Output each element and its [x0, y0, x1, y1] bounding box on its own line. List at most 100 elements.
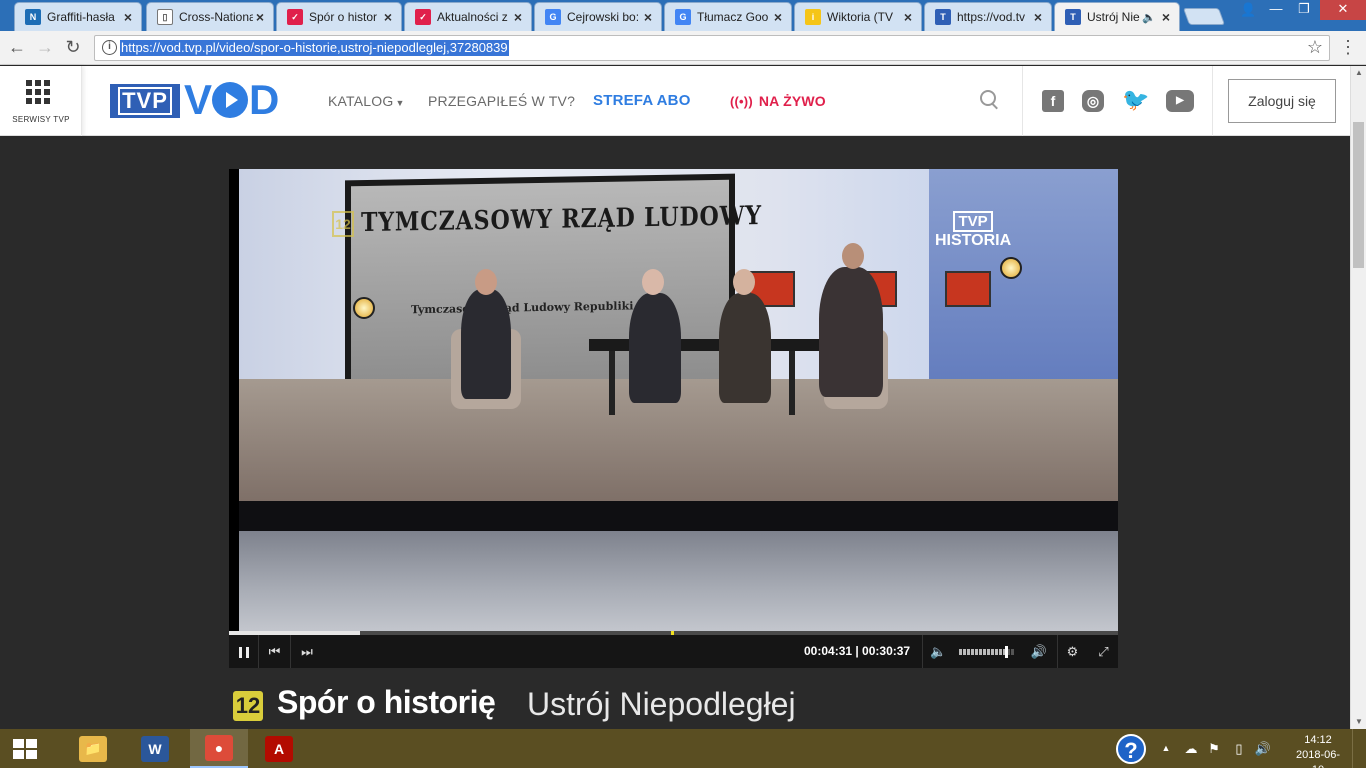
video-frame[interactable]: TYMCZASOWY RZĄD LUDOWY Tymczasowy Rząd L…: [239, 169, 1118, 631]
scroll-thumb[interactable]: [1353, 122, 1364, 268]
browser-tab-strip: N Graffiti-hasła × ▯ Cross-National × ✓ Spór o …: [0, 0, 1366, 31]
start-button[interactable]: [0, 729, 50, 768]
windows-logo-icon: [13, 739, 37, 759]
tab-close-icon[interactable]: ×: [1031, 9, 1045, 25]
skip-back-icon: ⏮: [268, 644, 281, 659]
youtube-icon[interactable]: ▶: [1166, 90, 1194, 112]
action-flag-icon[interactable]: ⚑: [1204, 729, 1224, 768]
acrobat-icon: A: [265, 735, 293, 762]
age-rating-watermark: 12: [332, 211, 354, 237]
tab-close-icon[interactable]: ×: [253, 9, 267, 25]
tab-1[interactable]: ▯ Cross-National ×: [146, 2, 274, 31]
episode-title: Ustrój Niepodległej: [527, 686, 796, 722]
pause-button[interactable]: [229, 635, 259, 668]
chrome-icon: ●: [205, 734, 233, 761]
minimize-icon[interactable]: —: [1262, 0, 1290, 20]
tab-4[interactable]: G Cejrowski bo: ×: [534, 2, 662, 31]
url-text[interactable]: https://vod.tvp.pl/video/spor-o-historie…: [120, 40, 509, 56]
video-player[interactable]: TYMCZASOWY RZĄD LUDOWY Tymczasowy Rząd L…: [229, 169, 1118, 668]
fullscreen-icon[interactable]: ⤢: [1089, 635, 1118, 668]
n-icon: N: [25, 9, 41, 25]
tab-title: Wiktoria (TV: [827, 10, 893, 24]
search-icon[interactable]: [980, 90, 1000, 110]
tab-title: https://vod.tv: [957, 10, 1026, 24]
volume-slider[interactable]: [959, 649, 1017, 655]
tab-close-icon[interactable]: ×: [1159, 9, 1173, 25]
restore-icon[interactable]: ❐: [1290, 0, 1318, 20]
next-button[interactable]: ⏭: [291, 635, 323, 668]
taskbar-chrome[interactable]: ●: [190, 729, 248, 768]
show-title: Spór o historię: [277, 684, 496, 720]
pause-icon: [238, 647, 249, 659]
clock[interactable]: 14:12 2018-06-10: [1290, 733, 1346, 768]
scroll-up-icon[interactable]: ▲: [1351, 66, 1366, 80]
tab-2[interactable]: ✓ Spór o histor ×: [276, 2, 402, 31]
studio-table: [589, 339, 819, 351]
back-icon[interactable]: ←: [6, 37, 28, 59]
tab-title: Ustrój Nie: [1087, 10, 1140, 24]
tvp-icon: T: [935, 9, 951, 25]
scroll-down-icon[interactable]: ▼: [1351, 715, 1366, 729]
pocket-icon: ✓: [287, 9, 303, 25]
volume-knob[interactable]: [1005, 646, 1008, 658]
twitter-icon[interactable]: 🐦: [1122, 89, 1149, 112]
tab-0[interactable]: N Graffiti-hasła ×: [14, 2, 142, 31]
channel-logo: TVP HISTORIA: [935, 211, 1012, 249]
tab-audio-icon[interactable]: 🔈: [1142, 11, 1156, 24]
battery-icon[interactable]: ▯: [1228, 729, 1250, 768]
tab-close-icon[interactable]: ×: [901, 9, 915, 25]
nav-strefa-abo[interactable]: STREFA ABO: [593, 92, 691, 109]
nav-przegapiles[interactable]: PRZEGAPIŁEŚ W TV?: [428, 93, 575, 109]
nav-katalog[interactable]: KATALOG ▼: [328, 93, 405, 109]
info-icon[interactable]: i: [102, 40, 117, 55]
tab-5[interactable]: G Tłumacz Goo ×: [664, 2, 792, 31]
tab-title: Cejrowski bo:: [567, 10, 640, 24]
onedrive-icon[interactable]: ☁: [1180, 729, 1202, 768]
taskbar-file-explorer[interactable]: 📁: [64, 729, 122, 768]
clock-time: 14:12: [1304, 734, 1332, 746]
tab-close-icon[interactable]: ×: [121, 9, 135, 25]
tab-8[interactable]: T Ustrój Nie 🔈 ×: [1054, 2, 1180, 31]
nav-na-zywo[interactable]: ((•)) NA ŻYWO: [730, 93, 826, 109]
reload-icon[interactable]: ↻: [62, 37, 84, 59]
time-display: 00:04:31 | 00:30:37: [804, 644, 911, 658]
new-tab-button[interactable]: [1182, 8, 1226, 25]
tab-close-icon[interactable]: ×: [641, 9, 655, 25]
player-controls: ⏮ ⏭ 00:04:31 | 00:30:37 🔈 🔊 ⚙ ⤢: [229, 635, 1118, 668]
tab-6[interactable]: i Wiktoria (TV ×: [794, 2, 922, 31]
help-icon[interactable]: ?: [1116, 734, 1146, 764]
tab-7[interactable]: Thttps://vod.tv ×: [924, 2, 1052, 31]
login-button[interactable]: Zaloguj się: [1228, 79, 1336, 123]
browser-toolbar: ← → ↻ i https://vod.tvp.pl/video/spor-o-…: [0, 31, 1366, 65]
vod-logo[interactable]: VD: [184, 76, 279, 123]
taskbar-word[interactable]: W: [126, 729, 184, 768]
pocket-icon: ✓: [415, 9, 431, 25]
word-icon: W: [141, 735, 169, 762]
mute-icon[interactable]: 🔈: [922, 635, 954, 668]
google-icon: G: [545, 9, 561, 25]
forward-icon[interactable]: →: [34, 37, 56, 59]
tab-title: Tłumacz Goo: [697, 10, 769, 24]
page-scrollbar[interactable]: ▲ ▼: [1350, 66, 1366, 729]
serwisy-tvp-button[interactable]: SERWISY TVP: [0, 66, 82, 136]
speaker-icon[interactable]: 🔊: [1252, 729, 1274, 768]
user-profile-icon[interactable]: 👤: [1240, 2, 1260, 18]
caret-down-icon: ▼: [395, 98, 405, 108]
bookmark-star-icon[interactable]: ☆: [1307, 37, 1323, 58]
previous-button[interactable]: ⏮: [259, 635, 291, 668]
instagram-icon[interactable]: ◎: [1082, 90, 1104, 112]
tab-close-icon[interactable]: ×: [511, 9, 525, 25]
facebook-icon[interactable]: f: [1042, 90, 1064, 112]
tray-expand-icon[interactable]: ▲: [1158, 729, 1174, 768]
volume-icon[interactable]: 🔊: [1024, 635, 1054, 668]
tab-close-icon[interactable]: ×: [381, 9, 395, 25]
browser-menu-icon[interactable]: ⋮: [1338, 37, 1358, 59]
settings-gear-icon[interactable]: ⚙: [1057, 635, 1087, 668]
tab-close-icon[interactable]: ×: [771, 9, 785, 25]
show-desktop-button[interactable]: [1352, 729, 1366, 768]
taskbar-acrobat[interactable]: A: [250, 729, 308, 768]
tab-3[interactable]: ✓ Aktualności z ×: [404, 2, 532, 31]
close-window-icon[interactable]: ✕: [1320, 0, 1366, 20]
tvp-logo[interactable]: TVP: [110, 84, 180, 118]
address-bar[interactable]: i https://vod.tvp.pl/video/spor-o-histor…: [94, 35, 1330, 61]
